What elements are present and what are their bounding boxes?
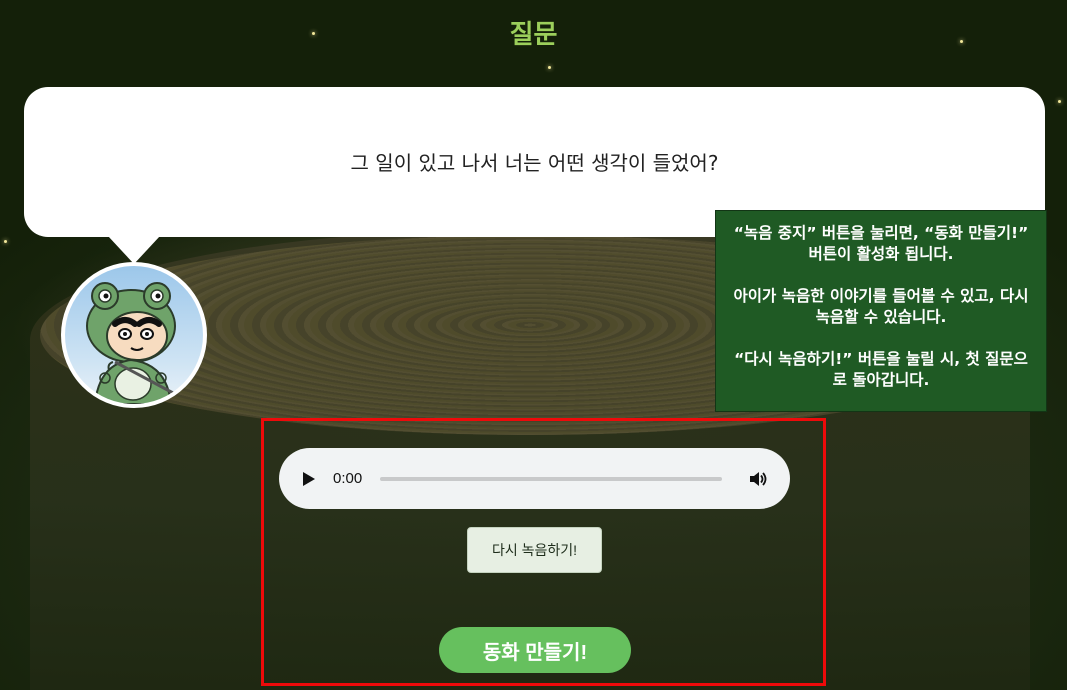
firefly <box>548 66 551 69</box>
guide-line-stop-recording: “녹음 중지” 버튼을 눌리면, “동화 만들기!” 버튼이 활성화 됩니다. <box>733 224 1029 263</box>
play-icon[interactable] <box>303 471 315 486</box>
firefly <box>1058 100 1061 103</box>
guide-tooltip: “녹음 중지” 버튼을 눌리면, “동화 만들기!” 버튼이 활성화 됩니다. … <box>715 210 1047 412</box>
make-story-button[interactable]: 동화 만들기! <box>439 627 631 673</box>
frog-costume-character-icon <box>86 282 176 404</box>
firefly <box>4 240 7 243</box>
guide-line-rerecord: “다시 녹음하기!” 버튼을 눌릴 시, 첫 질문으로 돌아갑니다. <box>734 350 1028 389</box>
audio-player[interactable]: 0:00 <box>279 448 790 509</box>
speech-bubble-tail <box>108 236 160 264</box>
avatar <box>61 262 207 408</box>
audio-progress-bar[interactable] <box>380 476 722 481</box>
page-title: 질문 <box>509 20 558 50</box>
rerecord-button[interactable]: 다시 녹음하기! <box>467 527 602 573</box>
guide-line-listen: 아이가 녹음한 이야기를 들어볼 수 있고, 다시 녹음할 수 있습니다. <box>733 287 1029 326</box>
question-text: 그 일이 있고 나서 너는 어떤 생각이 들었어? <box>350 150 719 175</box>
audio-time: 0:00 <box>333 470 363 487</box>
volume-icon[interactable] <box>748 469 768 489</box>
